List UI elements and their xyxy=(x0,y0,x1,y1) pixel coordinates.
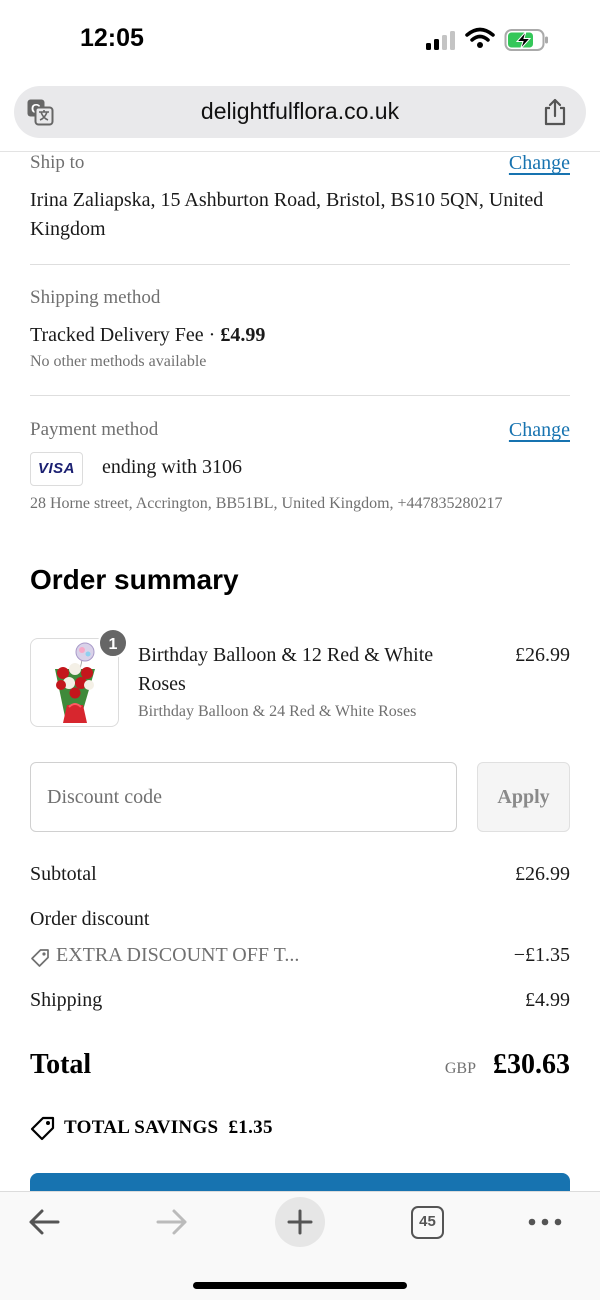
address-bar[interactable]: G delightfulflora.co.uk xyxy=(14,86,586,138)
shipping-method-label: Shipping method xyxy=(30,287,161,308)
product-variant: Birthday Balloon & 24 Red & White Roses xyxy=(138,703,417,720)
order-discount-label: Order discount xyxy=(30,908,150,930)
discount-code-input[interactable] xyxy=(30,762,457,832)
shipping-method-name: Tracked Delivery Fee · xyxy=(30,324,221,346)
total-currency: GBP xyxy=(444,1060,476,1077)
total-savings-value: £1.35 xyxy=(228,1117,273,1138)
url-text: delightfulflora.co.uk xyxy=(200,98,400,124)
total-savings: TOTAL SAVINGS £1.35 xyxy=(64,1117,273,1139)
product-price: £26.99 xyxy=(515,644,570,666)
savings-tag-icon xyxy=(30,1116,55,1141)
ship-to-change-link[interactable]: Change xyxy=(509,152,570,175)
tabs-button[interactable]: 45 xyxy=(411,1206,444,1239)
home-indicator xyxy=(193,1282,407,1289)
card-ending-text: ending with 3106 xyxy=(102,456,242,478)
cellular-signal-icon xyxy=(426,30,458,50)
battery-charging-icon xyxy=(504,29,548,51)
new-tab-button[interactable] xyxy=(275,1197,325,1247)
payment-method-change-link[interactable]: Change xyxy=(509,419,570,442)
order-summary-title: Order summary xyxy=(30,564,239,595)
billing-address: 28 Horne street, Accrington, BB51BL, Uni… xyxy=(30,495,503,512)
status-bar: 12:05 xyxy=(0,0,600,80)
subtotal-label: Subtotal xyxy=(30,863,97,885)
back-arrow-icon[interactable] xyxy=(26,1206,62,1238)
payment-method-label: Payment method xyxy=(30,419,159,440)
product-name-line2: Roses xyxy=(138,673,186,695)
wifi-icon xyxy=(465,27,495,48)
shipping-method-price: £4.99 xyxy=(220,324,266,346)
shipping-method-value: Tracked Delivery Fee · £4.99 xyxy=(30,321,265,350)
status-time: 12:05 xyxy=(80,24,144,52)
shipping-label: Shipping xyxy=(30,989,103,1011)
ship-to-address-line2: Kingdom xyxy=(30,218,106,240)
apply-discount-button[interactable]: Apply xyxy=(477,762,570,832)
discount-code-name: EXTRA DISCOUNT OFF T... xyxy=(56,944,300,966)
shipping-method-note: No other methods available xyxy=(30,353,207,370)
more-options-icon[interactable] xyxy=(527,1215,563,1229)
discount-value: −£1.35 xyxy=(513,944,570,966)
shipping-value: £4.99 xyxy=(525,989,570,1011)
subtotal-value: £26.99 xyxy=(515,863,570,885)
ship-to-address-line1: Irina Zaliapska, 15 Ashburton Road, Bris… xyxy=(30,189,544,211)
ship-to-label: Ship to xyxy=(30,152,85,173)
share-icon[interactable] xyxy=(542,97,568,127)
forward-arrow-icon[interactable] xyxy=(154,1206,190,1238)
checkout-content: Ship to Change Irina Zaliapska, 15 Ashbu… xyxy=(30,152,570,1192)
total-savings-label: TOTAL SAVINGS xyxy=(64,1117,219,1138)
discount-tag-icon xyxy=(31,949,49,967)
section-divider xyxy=(30,395,570,396)
product-name-line1: Birthday Balloon & 12 Red & White xyxy=(138,644,434,666)
visa-card-icon: VISA xyxy=(30,452,83,486)
quantity-badge: 1 xyxy=(98,628,128,658)
total-amount: £30.63 xyxy=(493,1049,570,1080)
plus-icon xyxy=(287,1209,313,1235)
section-divider xyxy=(30,264,570,265)
total-label: Total xyxy=(30,1049,92,1080)
pay-now-button[interactable] xyxy=(30,1173,570,1192)
